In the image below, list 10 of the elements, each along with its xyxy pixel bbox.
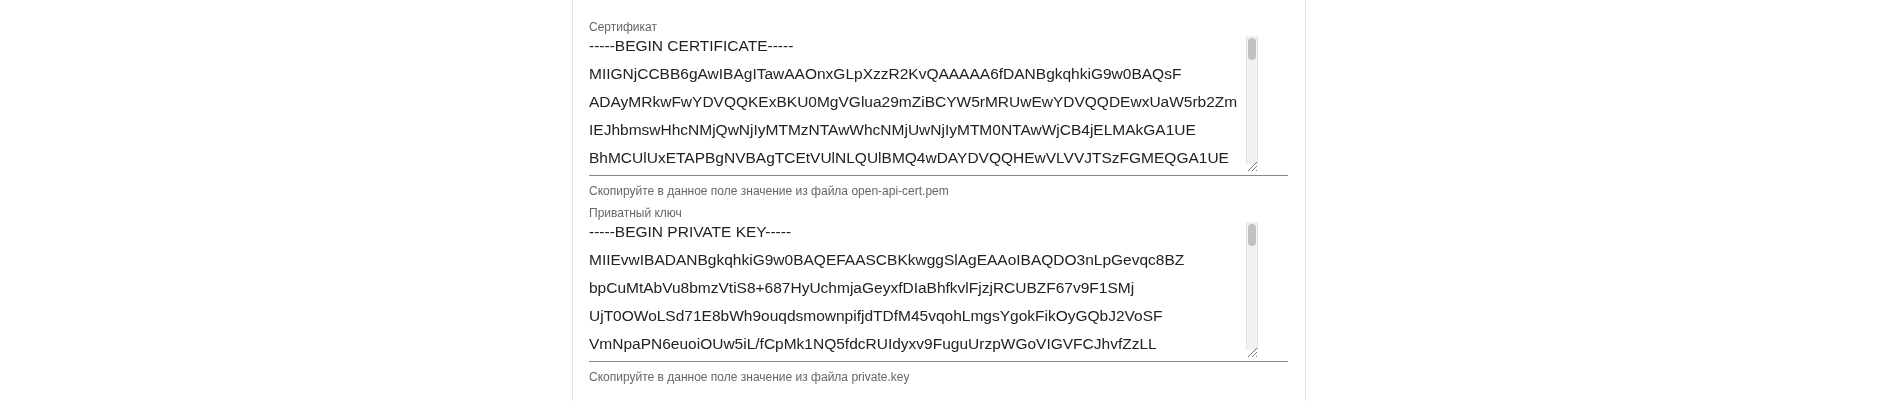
field-label: Сертификат [589, 20, 658, 34]
text-area[interactable]: -----BEGIN PRIVATE KEY----- MIIEvwIBADANBgkqhkiG9w0BAQEFAASCBKkwggSlAgEAAoIBAQDO3nLpGevqc8BZ bpCuMtAbVu8bmzVtiS8+687HyUchmjaGeyxfDIaBhfkvlFjzjRCUBZF67v9F1SMj UjT0OWoLSd71E8bWh9ouqdsmownpifjdTDfM45vqohLmgsYgokFikOyGQbJ2VoSF VmNpaPN6euoiOUw5iL/fCpMk1NQ5fdcRUIdyxv9FuguUrzpWGoVIGVFCJhvfZzLL [589, 220, 1288, 362]
field-label: Приватный ключ [589, 206, 683, 220]
text-area[interactable]: -----BEGIN CERTIFICATE----- MIIGNjCCBB6gAwIBAgITawAAOnxGLpXzzR2KvQAAAAA6fDANBgkqhkiG9w0BAQsF ADAyMRkwFwYDVQQKExBKU0MgVGlua29mZiBCYW5rMRUwEwYDVQQDEwxUaW5rb2Zm IEJhbmswHhcNMjQwNjIyMTMzNTAwWhcNMjUwNjIyMTM0NTAwWjCB4jELMAkGA1UE BhMCUlUxETAPBgNVBAgTCEtVUlNLQUlBMQ4wDAYDVQQHEwVLVVJTSzFGMEQGA1UE [589, 34, 1288, 176]
scrollbar[interactable] [1246, 222, 1258, 350]
helper-text: Скопируйте в данное поле значение из файла open-api-cert.pem [589, 184, 950, 198]
resize-handle-icon[interactable] [1246, 346, 1258, 358]
resize-handle-icon[interactable] [1246, 160, 1258, 172]
scrollbar[interactable] [1246, 36, 1258, 164]
helper-text: Скопируйте в данное поле значение из файла private.key [589, 370, 911, 384]
